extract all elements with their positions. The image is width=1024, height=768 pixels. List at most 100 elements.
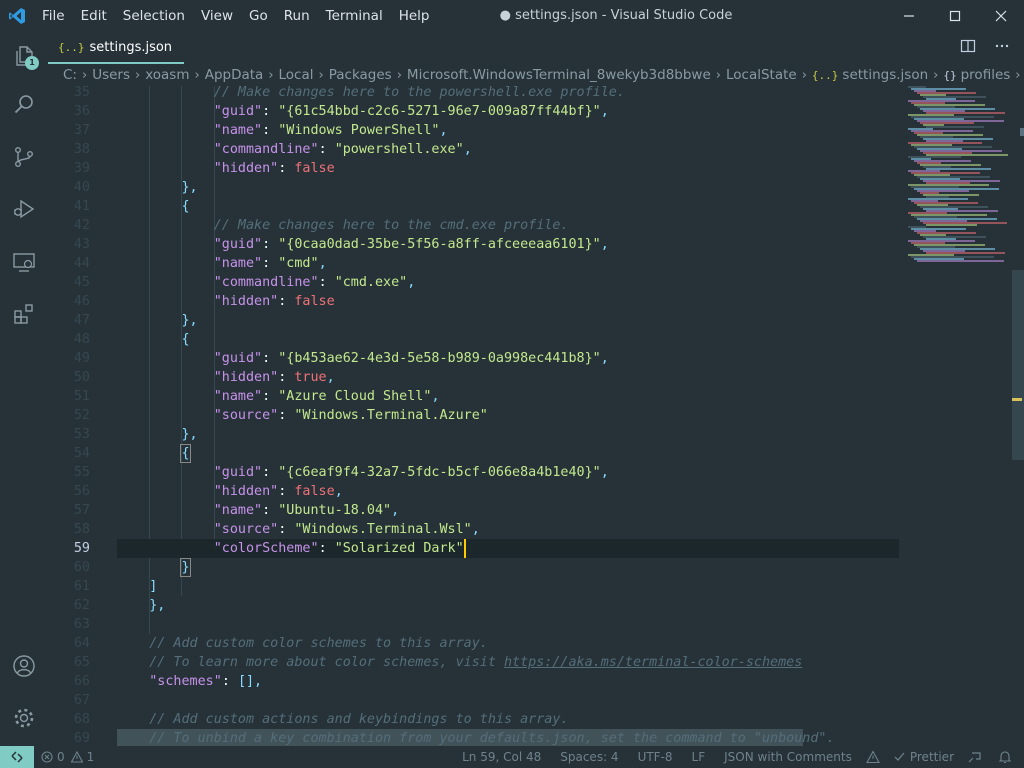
code-editor[interactable]: 35 // Make changes here to the powershel…	[48, 86, 1024, 746]
breadcrumb-file[interactable]: settings.json	[842, 67, 928, 83]
code-line[interactable]: 60 }	[48, 558, 908, 577]
tab-settings-json[interactable]: {..} settings.json	[48, 32, 184, 64]
code-line[interactable]: 65 // To learn more about color schemes,…	[48, 653, 908, 672]
code-line[interactable]: 37 "name": "Windows PowerShell",	[48, 121, 908, 140]
menu-terminal[interactable]: Terminal	[318, 0, 391, 32]
code-text: },	[117, 425, 198, 444]
encoding[interactable]: UTF-8	[631, 746, 685, 768]
code-line[interactable]: 52 "source": "Windows.Terminal.Azure"	[48, 406, 908, 425]
token-key: "colorScheme"	[213, 541, 319, 556]
status-warning-icon[interactable]	[859, 746, 887, 768]
code-line[interactable]: 39 "hidden": false	[48, 159, 908, 178]
breadcrumb-item[interactable]: xoasm	[145, 67, 189, 83]
token-com: // Make changes here to the cmd.exe prof…	[117, 218, 569, 233]
split-editor-icon[interactable]	[960, 38, 976, 58]
more-actions-icon[interactable]	[994, 38, 1010, 58]
code-line[interactable]: 55 "guid": "{c6eaf9f4-32a7-5fdc-b5cf-066…	[48, 463, 908, 482]
code-text: "source": "Windows.Terminal.Azure"	[117, 406, 488, 425]
minimap-line	[926, 126, 984, 128]
chevron-right-icon: ›	[1015, 67, 1021, 83]
token-str: "powershell.exe"	[334, 142, 464, 157]
breadcrumb-item[interactable]: LocalState	[726, 67, 797, 83]
remote-indicator-icon[interactable]	[0, 746, 34, 768]
code-line[interactable]: 40 },	[48, 178, 908, 197]
code-line[interactable]: 50 "hidden": true,	[48, 368, 908, 387]
code-line[interactable]: 62 },	[48, 596, 908, 615]
code-line[interactable]: 58 "source": "Windows.Terminal.Wsl",	[48, 520, 908, 539]
explorer-icon[interactable]: 1	[0, 32, 48, 80]
menu-file[interactable]: File	[34, 0, 73, 32]
code-line[interactable]: 47 },	[48, 311, 908, 330]
code-line[interactable]: 68 // Add custom actions and keybindings…	[48, 710, 908, 729]
remote-explorer-icon[interactable]	[0, 238, 48, 286]
token-txt: :	[262, 104, 279, 119]
source-control-icon[interactable]	[0, 133, 48, 181]
menu-view[interactable]: View	[193, 0, 241, 32]
code-line[interactable]: 64 // Add custom color schemes to this a…	[48, 634, 908, 653]
code-line[interactable]: 35 // Make changes here to the powershel…	[48, 86, 908, 102]
extensions-icon[interactable]	[0, 290, 48, 338]
line-number: 44	[73, 256, 90, 271]
code-line[interactable]: 51 "name": "Azure Cloud Shell",	[48, 387, 908, 406]
code-line[interactable]: 41 {	[48, 197, 908, 216]
manage-gear-icon[interactable]	[0, 694, 48, 742]
minimap[interactable]	[908, 86, 1012, 266]
code-line[interactable]: 53 },	[48, 425, 908, 444]
run-debug-icon[interactable]	[0, 185, 48, 233]
code-line[interactable]: 61 ]	[48, 577, 908, 596]
cursor-position[interactable]: Ln 59, Col 48	[455, 746, 553, 768]
code-line[interactable]: 43 "guid": "{0caa0dad-35be-5f56-a8ff-afc…	[48, 235, 908, 254]
prettier-status[interactable]: Prettier	[887, 746, 961, 768]
code-line[interactable]: 59 "colorScheme": "Solarized Dark"	[48, 539, 908, 558]
breadcrumb-item[interactable]: Microsoft.WindowsTerminal_8wekyb3d8bbwe	[407, 67, 711, 83]
feedback-icon[interactable]	[961, 746, 991, 768]
code-line[interactable]: 46 "hidden": false	[48, 292, 908, 311]
breadcrumb-item[interactable]: Local	[279, 67, 314, 83]
maximize-button[interactable]	[932, 0, 978, 32]
token-kw: false	[294, 161, 335, 176]
code-line[interactable]: 63	[48, 615, 908, 634]
breadcrumb-item[interactable]: AppData	[205, 67, 264, 83]
problems-indicator[interactable]: 0 1	[34, 746, 101, 768]
vertical-scrollbar[interactable]	[1012, 270, 1024, 460]
token-str: "{0caa0dad-35be-5f56-a8ff-afceeeaa6101}"	[278, 237, 601, 252]
breadcrumb-item[interactable]: Users	[92, 67, 130, 83]
code-text: {	[117, 444, 190, 463]
token-pun: ]	[149, 579, 158, 594]
notifications-bell-icon[interactable]	[991, 746, 1024, 768]
menu-run[interactable]: Run	[276, 0, 318, 32]
menu-selection[interactable]: Selection	[115, 0, 193, 32]
account-icon[interactable]	[0, 642, 48, 690]
code-line[interactable]: 69 // To unbind a key combination from y…	[48, 729, 908, 746]
code-line[interactable]: 67	[48, 691, 908, 710]
search-icon[interactable]	[0, 80, 48, 128]
code-line[interactable]: 36 "guid": "{61c54bbd-c2c6-5271-96e7-009…	[48, 102, 908, 121]
code-line[interactable]: 44 "name": "cmd",	[48, 254, 908, 273]
breadcrumb-profiles[interactable]: profiles	[961, 67, 1011, 83]
code-line[interactable]: 66 "schemes": [],	[48, 672, 908, 691]
code-line[interactable]: 54 {	[48, 444, 908, 463]
code-line[interactable]: 49 "guid": "{b453ae62-4e3d-5e58-b989-0a9…	[48, 349, 908, 368]
code-line[interactable]: 42 // Make changes here to the cmd.exe p…	[48, 216, 908, 235]
minimize-button[interactable]	[886, 0, 932, 32]
code-line[interactable]: 45 "commandline": "cmd.exe",	[48, 273, 908, 292]
code-text: "guid": "{0caa0dad-35be-5f56-a8ff-afceee…	[117, 235, 609, 254]
menu-edit[interactable]: Edit	[73, 0, 115, 32]
line-number: 57	[73, 503, 90, 518]
breadcrumb-item[interactable]: C:	[63, 67, 77, 83]
indentation[interactable]: Spaces: 4	[553, 746, 630, 768]
code-line[interactable]: 57 "name": "Ubuntu-18.04",	[48, 501, 908, 520]
line-number: 67	[73, 693, 90, 708]
menu-go[interactable]: Go	[241, 0, 276, 32]
breadcrumb-item[interactable]: Packages	[329, 67, 392, 83]
code-line[interactable]: 48 {	[48, 330, 908, 349]
menu-help[interactable]: Help	[391, 0, 438, 32]
end-of-line[interactable]: LF	[685, 746, 718, 768]
language-mode[interactable]: JSON with Comments	[717, 746, 859, 768]
code-line[interactable]: 38 "commandline": "powershell.exe",	[48, 140, 908, 159]
json-file-icon: {..}	[811, 68, 839, 82]
code-line[interactable]: 56 "hidden": false,	[48, 482, 908, 501]
close-window-button[interactable]	[978, 0, 1024, 32]
chevron-right-icon: ›	[715, 67, 721, 83]
